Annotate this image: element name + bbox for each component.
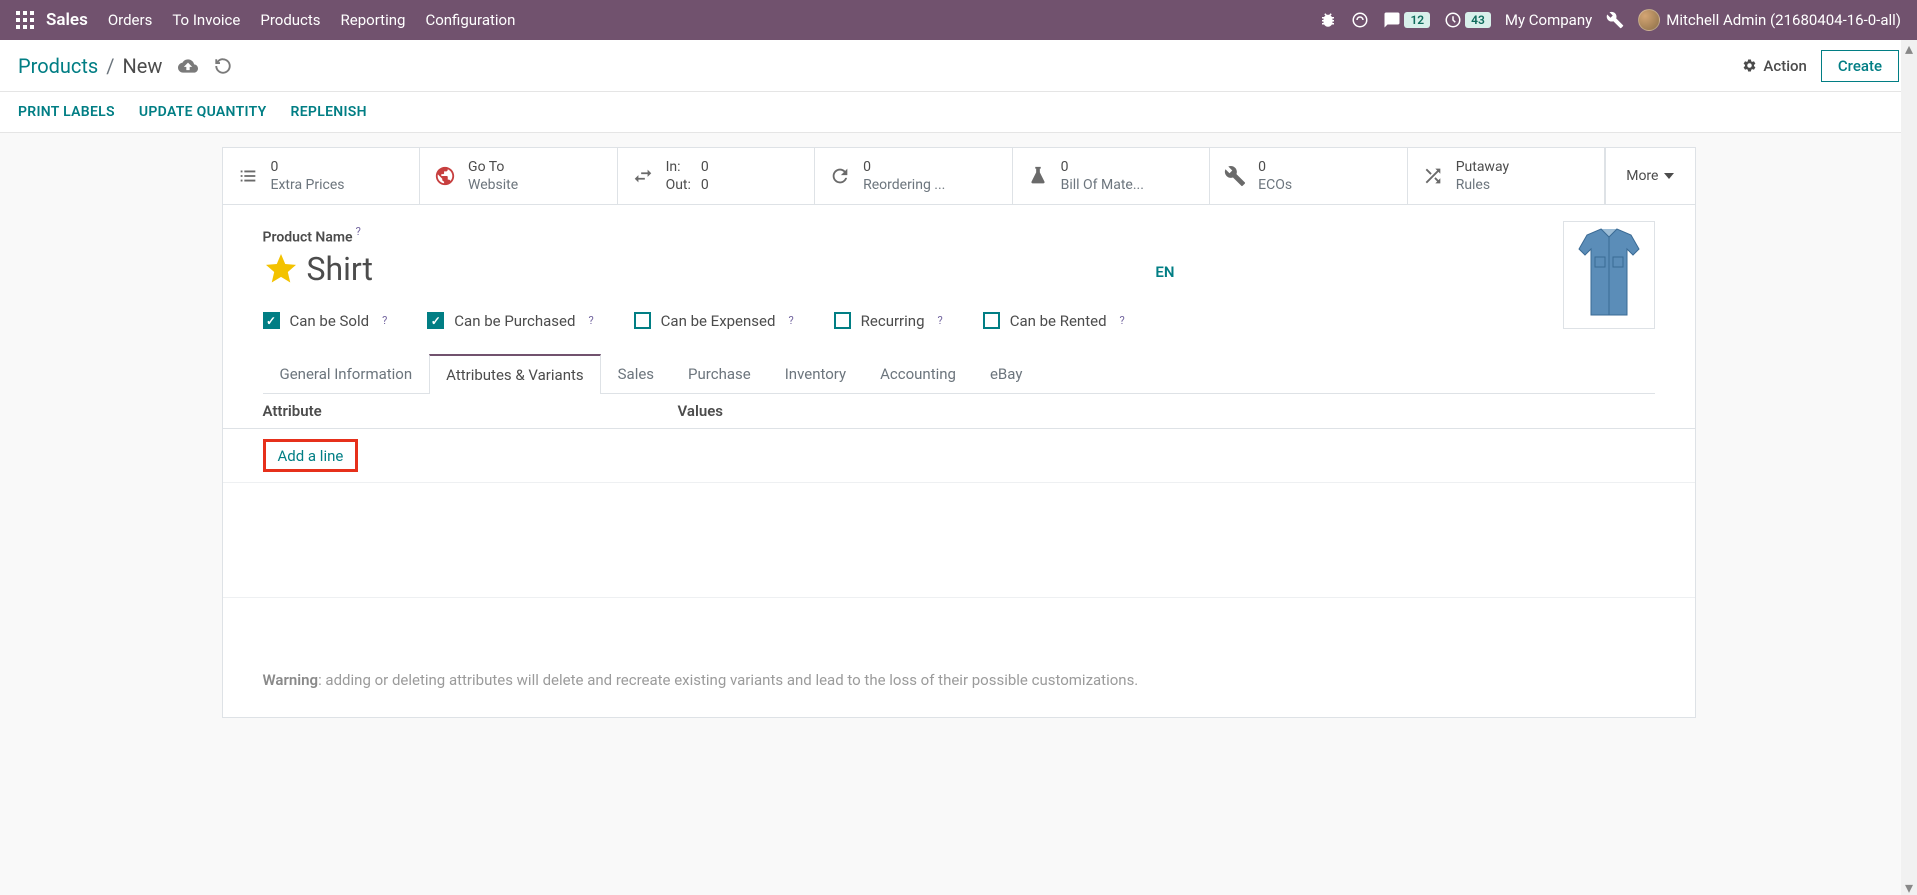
breadcrumb-sep: / xyxy=(106,54,114,78)
tab-inventory[interactable]: Inventory xyxy=(768,354,863,394)
brand-label[interactable]: Sales xyxy=(46,10,88,30)
help-icon[interactable]: ? xyxy=(356,225,361,238)
tabs: General Information Attributes & Variant… xyxy=(263,354,1655,394)
stat-reordering[interactable]: 0Reordering ... xyxy=(815,148,1013,204)
stat-extra-prices[interactable]: 0Extra Prices xyxy=(223,148,421,204)
tab-ebay[interactable]: eBay xyxy=(973,354,1039,394)
help-icon[interactable]: ? xyxy=(1120,314,1125,327)
breadcrumb-root[interactable]: Products xyxy=(18,54,98,78)
product-name-input[interactable]: Shirt xyxy=(307,250,374,288)
add-line-link[interactable]: Add a line xyxy=(278,447,344,465)
top-navbar: Sales Orders To Invoice Products Reporti… xyxy=(0,0,1917,40)
column-attribute: Attribute xyxy=(263,402,678,420)
messages-icon[interactable]: 12 xyxy=(1383,11,1430,29)
breadcrumb-bar: Products / New Action Create xyxy=(0,40,1917,92)
caret-down-icon xyxy=(1664,171,1674,181)
product-image[interactable] xyxy=(1563,221,1655,329)
help-icon[interactable]: ? xyxy=(788,314,793,327)
stat-ecos[interactable]: 0ECOs xyxy=(1210,148,1408,204)
user-menu[interactable]: Mitchell Admin (21680404-16-0-all) xyxy=(1638,9,1901,31)
create-button[interactable]: Create xyxy=(1821,50,1899,82)
scroll-down-icon[interactable]: ▾ xyxy=(1901,879,1917,895)
activities-badge: 43 xyxy=(1465,12,1491,28)
update-quantity-button[interactable]: UPDATE QUANTITY xyxy=(139,104,267,120)
stat-in-out[interactable]: In:0 Out:0 xyxy=(618,148,816,204)
warning-text: Warning: adding or deleting attributes w… xyxy=(263,653,1655,717)
action-label: Action xyxy=(1763,57,1806,75)
cloud-save-icon[interactable] xyxy=(178,56,198,76)
breadcrumb-current: New xyxy=(123,54,163,78)
support-icon[interactable] xyxy=(1351,11,1369,29)
activities-icon[interactable]: 43 xyxy=(1444,11,1491,29)
menu-configuration[interactable]: Configuration xyxy=(425,11,515,29)
content-area: 0Extra Prices Go ToWebsite In:0 Out:0 0R… xyxy=(0,133,1917,718)
help-icon[interactable]: ? xyxy=(588,314,593,327)
shuffle-icon xyxy=(1422,165,1444,187)
tools-icon[interactable] xyxy=(1606,11,1624,29)
can-be-sold-label: Can be Sold xyxy=(290,312,370,330)
tab-general-information[interactable]: General Information xyxy=(263,354,430,394)
gear-icon xyxy=(1742,58,1757,73)
can-be-rented-checkbox[interactable] xyxy=(983,312,1000,329)
stat-putaway[interactable]: PutawayRules xyxy=(1408,148,1606,204)
print-labels-button[interactable]: PRINT LABELS xyxy=(18,104,115,120)
replenish-button[interactable]: REPLENISH xyxy=(291,104,367,120)
checkbox-row: Can be Sold? Can be Purchased? Can be Ex… xyxy=(263,312,1655,330)
refresh-icon xyxy=(829,165,851,187)
add-line-highlight: Add a line xyxy=(263,439,359,472)
tab-attributes-variants[interactable]: Attributes & Variants xyxy=(429,354,600,394)
can-be-purchased-label: Can be Purchased xyxy=(454,312,575,330)
tab-accounting[interactable]: Accounting xyxy=(863,354,973,394)
messages-badge: 12 xyxy=(1404,12,1430,28)
stat-buttons-row: 0Extra Prices Go ToWebsite In:0 Out:0 0R… xyxy=(223,148,1695,205)
debug-icon[interactable] xyxy=(1319,11,1337,29)
help-icon[interactable]: ? xyxy=(938,314,943,327)
recurring-checkbox[interactable] xyxy=(834,312,851,329)
shirt-icon xyxy=(1569,227,1649,323)
tab-purchase[interactable]: Purchase xyxy=(671,354,768,394)
avatar-icon xyxy=(1638,9,1660,31)
transfer-icon xyxy=(632,165,654,187)
can-be-sold-checkbox[interactable] xyxy=(263,312,280,329)
user-label: Mitchell Admin (21680404-16-0-all) xyxy=(1666,11,1901,29)
flask-icon xyxy=(1027,165,1049,187)
menu-products[interactable]: Products xyxy=(260,11,320,29)
menu-to-invoice[interactable]: To Invoice xyxy=(172,11,240,29)
product-name-label: Product Name xyxy=(263,230,353,246)
column-values: Values xyxy=(678,402,724,420)
discard-icon[interactable] xyxy=(214,57,232,75)
action-button[interactable]: Action xyxy=(1742,57,1806,75)
can-be-rented-label: Can be Rented xyxy=(1010,312,1107,330)
scrollbar[interactable]: ▴ ▾ xyxy=(1901,40,1917,895)
tab-sales[interactable]: Sales xyxy=(601,354,671,394)
can-be-purchased-checkbox[interactable] xyxy=(427,312,444,329)
help-icon[interactable]: ? xyxy=(382,314,387,327)
scroll-up-icon[interactable]: ▴ xyxy=(1901,40,1917,56)
stat-more[interactable]: More xyxy=(1605,148,1694,204)
favorite-star-icon[interactable] xyxy=(263,251,299,287)
recurring-label: Recurring xyxy=(861,312,925,330)
stat-bom[interactable]: 0Bill Of Mate... xyxy=(1013,148,1211,204)
stat-website[interactable]: Go ToWebsite xyxy=(420,148,618,204)
form-sheet: 0Extra Prices Go ToWebsite In:0 Out:0 0R… xyxy=(222,147,1696,718)
list-icon xyxy=(237,165,259,187)
wrench-icon xyxy=(1224,165,1246,187)
action-bar: PRINT LABELS UPDATE QUANTITY REPLENISH xyxy=(0,92,1917,133)
menu-orders[interactable]: Orders xyxy=(108,11,153,29)
menu-reporting[interactable]: Reporting xyxy=(341,11,406,29)
company-selector[interactable]: My Company xyxy=(1505,11,1592,29)
attribute-table: Attribute Values Add a line xyxy=(263,394,1655,653)
form-body: Product Name? Shirt EN xyxy=(223,205,1695,716)
breadcrumb: Products / New xyxy=(18,54,232,78)
can-be-expensed-label: Can be Expensed xyxy=(661,312,776,330)
can-be-expensed-checkbox[interactable] xyxy=(634,312,651,329)
language-badge[interactable]: EN xyxy=(1155,263,1174,281)
apps-icon[interactable] xyxy=(16,11,34,29)
globe-icon xyxy=(434,165,456,187)
